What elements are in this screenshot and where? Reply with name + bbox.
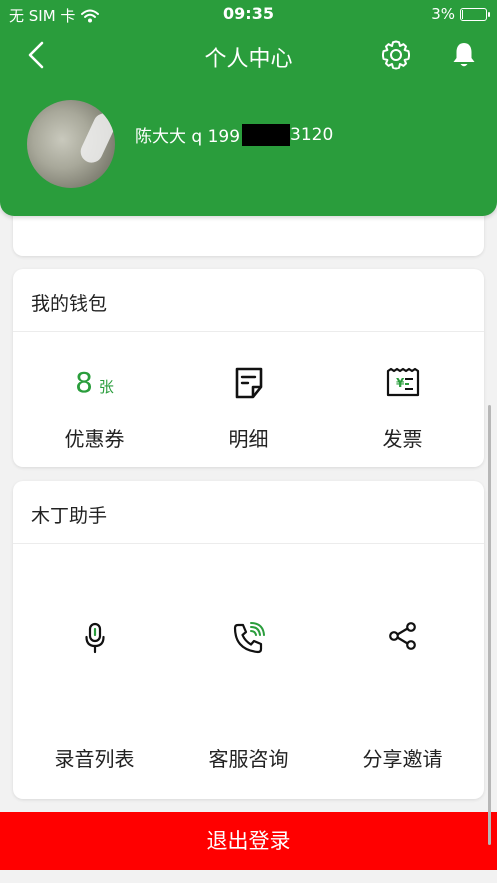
svg-text:¥: ¥ bbox=[396, 376, 405, 390]
phone-icon-wrap bbox=[170, 621, 327, 657]
share-icon bbox=[388, 622, 416, 650]
invoice-icon-wrap: ¥ bbox=[324, 363, 481, 403]
support-item[interactable]: 客服咨询 bbox=[170, 621, 327, 772]
share-label: 分享邀请 bbox=[362, 747, 443, 771]
details-label: 明细 bbox=[228, 427, 269, 451]
user-name: 陈大大 q 199 bbox=[135, 127, 241, 147]
coupon-count-row: 8张 bbox=[16, 363, 173, 403]
coupon-item[interactable]: 8张 优惠券 bbox=[16, 363, 173, 452]
microphone-icon bbox=[84, 622, 105, 654]
gear-icon[interactable] bbox=[380, 39, 412, 71]
battery-percent: 3% bbox=[431, 5, 455, 23]
invoice-item[interactable]: ¥ 发票 bbox=[324, 363, 481, 452]
invoice-icon: ¥ bbox=[386, 367, 419, 397]
battery-icon bbox=[460, 7, 490, 21]
wallet-title: 我的钱包 bbox=[31, 293, 108, 315]
support-label: 客服咨询 bbox=[208, 747, 289, 771]
document-icon bbox=[235, 367, 262, 399]
avatar[interactable] bbox=[27, 100, 115, 188]
coupon-unit: 张 bbox=[98, 378, 114, 396]
recordings-label: 录音列表 bbox=[54, 747, 135, 771]
recordings-item[interactable]: 录音列表 bbox=[16, 621, 173, 772]
page-title: 个人中心 bbox=[204, 47, 293, 72]
invoice-label: 发票 bbox=[382, 427, 423, 451]
bell-icon[interactable] bbox=[449, 40, 479, 70]
redacted-block bbox=[242, 123, 291, 146]
divider bbox=[13, 543, 484, 544]
user-info: 陈大大 q 199 3120 bbox=[135, 122, 333, 147]
details-item[interactable]: 明细 bbox=[170, 363, 327, 452]
status-bar: 无 SIM 卡 09:35 3% bbox=[0, 0, 497, 30]
nav-bar: 个人中心 bbox=[0, 30, 497, 80]
wallet-card: 我的钱包 8张 优惠券 明细 ¥ 发票 bbox=[13, 269, 484, 467]
profile-header: 无 SIM 卡 09:35 3% 个人中心 陈大大 q 199 3120 bbox=[0, 0, 497, 216]
coupon-label: 优惠券 bbox=[64, 427, 125, 451]
mic-icon-wrap bbox=[16, 621, 173, 657]
details-icon-wrap bbox=[170, 363, 327, 403]
assistant-card: 木丁助手 录音列表 客服咨询 分享邀请 bbox=[13, 481, 484, 799]
status-right: 3% bbox=[431, 5, 490, 23]
clock: 09:35 bbox=[223, 4, 274, 23]
share-item[interactable]: 分享邀请 bbox=[324, 621, 481, 772]
phone-suffix: 3120 bbox=[290, 124, 334, 145]
coupon-count: 8 bbox=[75, 366, 93, 399]
phone-call-icon bbox=[233, 622, 265, 654]
scrollbar[interactable] bbox=[488, 405, 491, 845]
divider bbox=[13, 331, 484, 332]
assistant-title: 木丁助手 bbox=[31, 505, 108, 527]
logout-button[interactable]: 退出登录 bbox=[0, 812, 497, 870]
battery-level bbox=[462, 9, 463, 19]
share-icon-wrap bbox=[324, 621, 481, 657]
